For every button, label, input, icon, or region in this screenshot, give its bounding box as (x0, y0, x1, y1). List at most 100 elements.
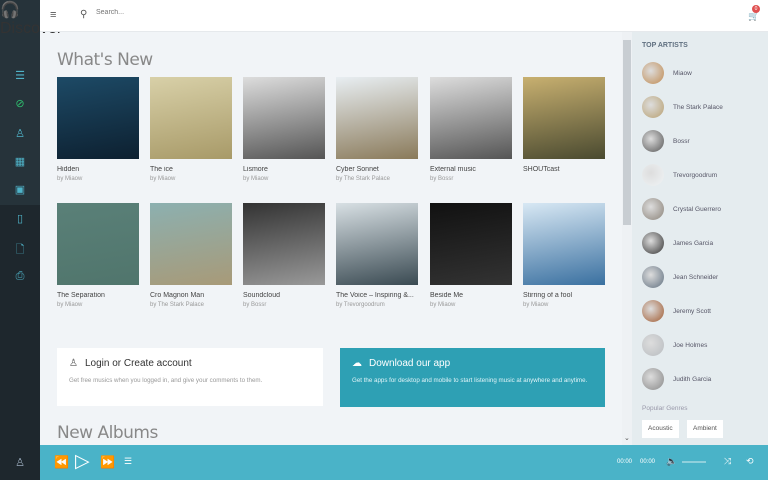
artist-name[interactable]: James Garcia (673, 240, 713, 247)
album-cover[interactable] (243, 203, 325, 285)
artist-name[interactable]: Judith Garcia (673, 376, 711, 383)
search-input[interactable] (96, 9, 296, 16)
album-card[interactable]: Beside Me by Miaow (430, 203, 512, 308)
download-box[interactable]: ☁ Download our app Get the apps for deskt… (340, 348, 605, 407)
album-title[interactable]: Cyber Sonnet (336, 166, 418, 173)
album-artist[interactable]: by Miaow (430, 302, 512, 308)
album-card[interactable]: Stirring of a fool by Miaow (523, 203, 605, 308)
artist-name[interactable]: Miaow (673, 70, 692, 77)
album-artist[interactable]: by Miaow (150, 176, 232, 182)
album-cover[interactable] (523, 77, 605, 159)
album-cover[interactable] (336, 77, 418, 159)
playlist-icon[interactable]: ☰ (124, 456, 132, 467)
genre-icon[interactable]: ⊘ (0, 97, 40, 110)
artist-item[interactable]: Trevorgoodrum (642, 164, 717, 186)
artist-name[interactable]: The Stark Palace (673, 104, 723, 111)
album-title[interactable]: The Voice – Inspiring &... (336, 292, 418, 299)
sidebar-item-discover[interactable]: Discover (0, 20, 62, 38)
login-title[interactable]: Login or Create account (85, 358, 192, 369)
album-title[interactable]: Beside Me (430, 292, 512, 299)
artist-item[interactable]: The Stark Palace (642, 96, 723, 118)
album-title[interactable]: Soundcloud (243, 292, 325, 299)
shuffle-icon[interactable]: ⤨ (724, 456, 731, 467)
artist-item[interactable]: Judith Garcia (642, 368, 711, 390)
volume-slider[interactable] (682, 461, 706, 463)
album-cover[interactable] (150, 203, 232, 285)
album-title[interactable]: The ice (150, 166, 232, 173)
album-card[interactable]: Cro Magnon Man by The Stark Palace (150, 203, 232, 308)
album-card[interactable]: The ice by Miaow (150, 77, 232, 182)
video-icon[interactable]: ▣ (0, 183, 40, 196)
album-cover[interactable] (150, 77, 232, 159)
album-card[interactable]: External music by Bossr (430, 77, 512, 182)
artist-icon[interactable]: ♙ (0, 127, 40, 140)
user-icon[interactable]: ♙ (0, 445, 40, 480)
artist-name[interactable]: Trevorgoodrum (673, 172, 717, 179)
album-title[interactable]: Hidden (57, 166, 139, 173)
album-artist[interactable]: by Miaow (243, 176, 325, 182)
album-card[interactable]: The Separation by Miaow (57, 203, 139, 308)
download-text: Get the apps for desktop and mobile to s… (352, 377, 588, 384)
album-cover[interactable] (336, 203, 418, 285)
artist-item[interactable]: Jeremy Scott (642, 300, 711, 322)
album-cover[interactable] (243, 77, 325, 159)
download-title[interactable]: Download our app (369, 358, 450, 369)
artist-item[interactable]: Crystal Guerrero (642, 198, 721, 220)
album-card[interactable]: Hidden by Miaow (57, 77, 139, 182)
artist-item[interactable]: James Garcia (642, 232, 713, 254)
album-artist[interactable]: by Bossr (243, 302, 325, 308)
headphones-icon[interactable]: 🎧 (0, 0, 40, 20)
scroll-down-icon[interactable]: ⌄ (624, 434, 630, 442)
volume-icon[interactable]: 🔈 (666, 456, 677, 467)
avatar (642, 334, 664, 356)
album-card[interactable]: Cyber Sonnet by The Stark Palace (336, 77, 418, 182)
file-icon[interactable]: 🗋 (0, 241, 40, 260)
artist-item[interactable]: Miaow (642, 62, 692, 84)
scrollbar-thumb[interactable] (623, 40, 631, 225)
artist-name[interactable]: Jean Schneider (673, 274, 718, 281)
menu-icon[interactable]: ≡ (50, 9, 56, 21)
artist-name[interactable]: Bossr (673, 138, 690, 145)
repeat-icon[interactable]: ⟲ (746, 456, 754, 467)
artist-item[interactable]: Joe Holmes (642, 334, 707, 356)
album-title[interactable]: Cro Magnon Man (150, 292, 232, 299)
album-artist[interactable]: by Trevorgoodrum (336, 302, 418, 308)
artist-name[interactable]: Joe Holmes (673, 342, 707, 349)
bag-icon[interactable]: ⎙ (0, 270, 40, 283)
album-title[interactable]: The Separation (57, 292, 139, 299)
genre-acoustic[interactable]: Acoustic (642, 420, 679, 438)
album-title[interactable]: SHOUTcast (523, 166, 605, 173)
list-icon[interactable]: ☰ (0, 69, 40, 82)
album-artist[interactable]: by Bossr (430, 176, 512, 182)
album-cover[interactable] (430, 77, 512, 159)
time-total: 00:00 (640, 459, 656, 465)
artist-item[interactable]: Jean Schneider (642, 266, 718, 288)
next-icon[interactable]: ⏩ (100, 455, 115, 469)
artist-name[interactable]: Crystal Guerrero (673, 206, 721, 213)
album-cover[interactable] (57, 77, 139, 159)
album-artist[interactable]: by Miaow (523, 302, 605, 308)
album-card[interactable]: Lismore by Miaow (243, 77, 325, 182)
album-artist[interactable]: by Miaow (57, 302, 139, 308)
book-icon[interactable]: ▯ (0, 212, 40, 225)
album-artist[interactable]: by Miaow (57, 176, 139, 182)
album-cover[interactable] (57, 203, 139, 285)
album-card[interactable]: The Voice – Inspiring &... by Trevorgoodr… (336, 203, 418, 308)
album-card[interactable]: SHOUTcast (523, 77, 605, 176)
album-cover[interactable] (523, 203, 605, 285)
album-artist[interactable]: by The Stark Palace (150, 302, 232, 308)
album-title[interactable]: Lismore (243, 166, 325, 173)
album-title[interactable]: External music (430, 166, 512, 173)
artist-item[interactable]: Bossr (642, 130, 690, 152)
previous-icon[interactable]: ⏪ (54, 455, 69, 469)
album-title[interactable]: Stirring of a fool (523, 292, 605, 299)
grid-icon[interactable]: ▦ (0, 155, 40, 168)
login-box[interactable]: ♙ Login or Create account Get free musics… (57, 348, 323, 406)
album-artist[interactable]: by The Stark Palace (336, 176, 418, 182)
artist-name[interactable]: Jeremy Scott (673, 308, 711, 315)
album-cover[interactable] (430, 203, 512, 285)
genre-ambient[interactable]: Ambient (687, 420, 723, 438)
play-icon[interactable]: ▷ (75, 450, 90, 473)
album-card[interactable]: Soundcloud by Bossr (243, 203, 325, 308)
search-icon[interactable]: ⚲ (80, 9, 87, 20)
